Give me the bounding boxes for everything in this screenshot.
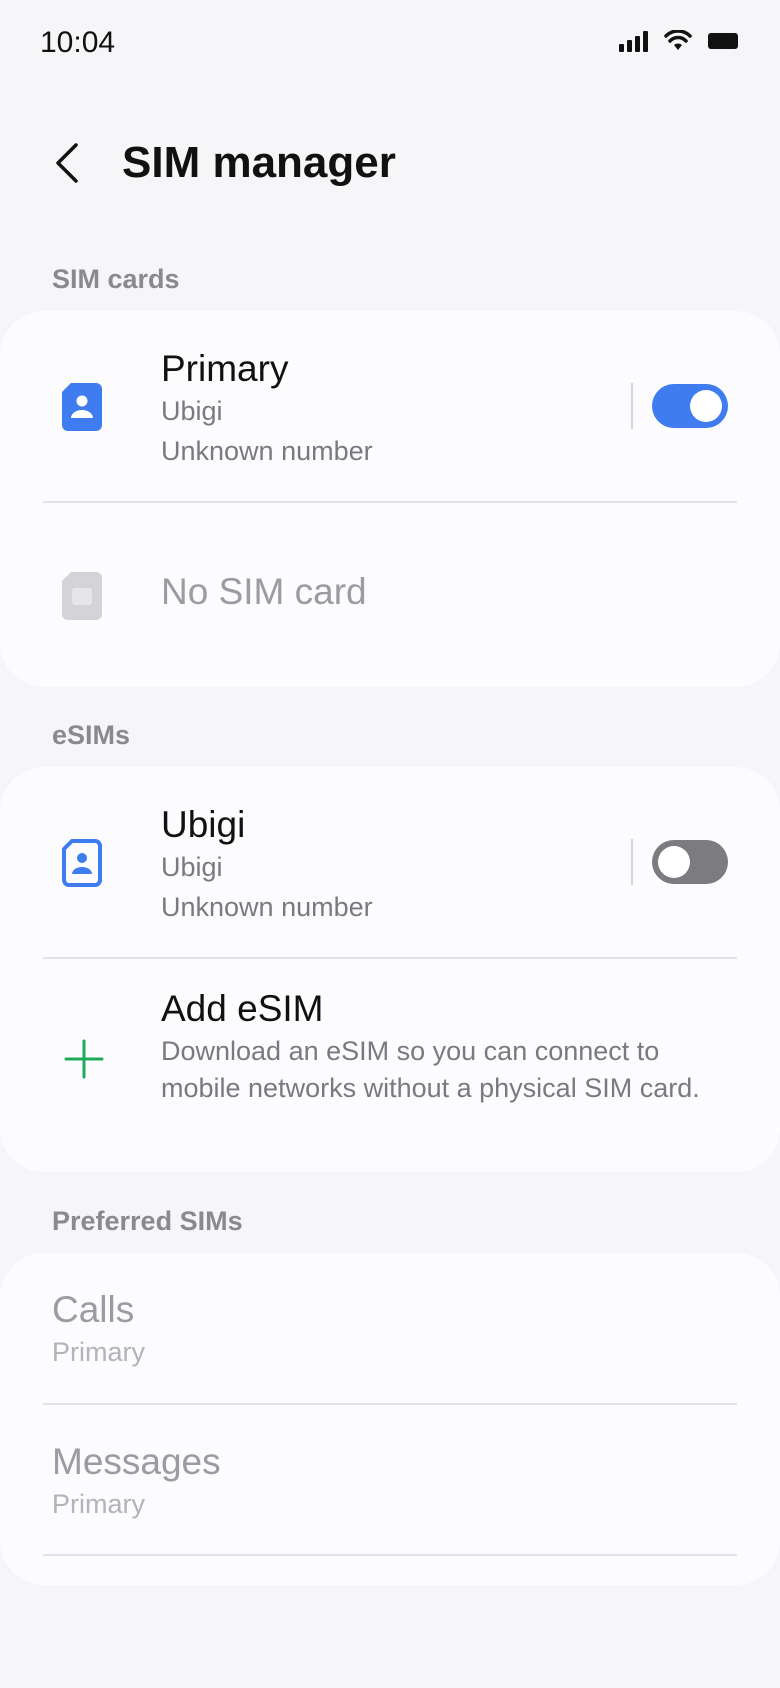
divider-vertical bbox=[631, 383, 633, 429]
preferred-sims-card: Calls Primary Messages Primary bbox=[0, 1253, 780, 1585]
page-title: SIM manager bbox=[122, 138, 396, 187]
section-label-esims: eSIMs bbox=[52, 720, 131, 750]
esim-ubigi-number: Unknown number bbox=[161, 892, 373, 922]
esim-ubigi-text: Ubigi Ubigi Unknown number bbox=[161, 803, 373, 927]
toggle-knob bbox=[658, 846, 690, 878]
preferred-calls-value: Primary bbox=[52, 1337, 145, 1367]
toggle-knob bbox=[690, 390, 722, 422]
sim-primary-carrier: Ubigi bbox=[161, 396, 223, 426]
battery-icon bbox=[708, 33, 738, 49]
esim-row-ubigi[interactable]: Ubigi Ubigi Unknown number bbox=[0, 767, 780, 957]
esim-ubigi-title: Ubigi bbox=[161, 804, 246, 845]
status-time: 10:04 bbox=[40, 26, 116, 59]
add-esim-description: Download an eSIM so you can connect to m… bbox=[161, 1036, 700, 1103]
section-label-sim-cards: SIM cards bbox=[52, 264, 180, 294]
sim-cards-card: Primary Ubigi Unknown number No SIM card bbox=[0, 311, 780, 687]
preferred-calls-row: Calls Primary bbox=[0, 1253, 780, 1403]
esims-card: Ubigi Ubigi Unknown number Add eSIM Down… bbox=[0, 767, 780, 1172]
esim-ubigi-toggle[interactable] bbox=[652, 840, 728, 884]
divider-vertical bbox=[631, 839, 633, 885]
plus-icon bbox=[62, 1037, 110, 1087]
esim-icon bbox=[58, 837, 106, 887]
esim-ubigi-carrier: Ubigi bbox=[161, 852, 223, 882]
section-label-preferred-sims: Preferred SIMs bbox=[52, 1206, 243, 1236]
signal-icon bbox=[619, 30, 648, 52]
preferred-calls-title: Calls bbox=[52, 1289, 135, 1330]
sim-primary-toggle[interactable] bbox=[652, 384, 728, 428]
wifi-icon bbox=[664, 30, 692, 50]
sim-primary-title: Primary bbox=[161, 348, 289, 389]
preferred-calls-text: Calls Primary bbox=[52, 1287, 145, 1371]
chevron-left-icon bbox=[56, 143, 78, 183]
sim-row-primary[interactable]: Primary Ubigi Unknown number bbox=[0, 311, 780, 501]
add-esim-row[interactable]: Add eSIM Download an eSIM so you can con… bbox=[0, 959, 780, 1172]
sim-primary-number: Unknown number bbox=[161, 436, 373, 466]
sim-empty-title: No SIM card bbox=[161, 571, 367, 612]
app-header: SIM manager bbox=[0, 120, 780, 210]
add-esim-text: Add eSIM Download an eSIM so you can con… bbox=[161, 987, 721, 1107]
sim-card-icon bbox=[58, 381, 106, 431]
preferred-messages-row: Messages Primary bbox=[0, 1405, 780, 1555]
status-bar: 10:04 bbox=[0, 0, 780, 86]
row-divider bbox=[43, 1554, 737, 1556]
add-esim-title: Add eSIM bbox=[161, 988, 324, 1029]
preferred-messages-text: Messages Primary bbox=[52, 1439, 221, 1523]
status-icons bbox=[619, 30, 738, 52]
back-button[interactable] bbox=[40, 136, 94, 190]
sim-card-empty-icon bbox=[58, 570, 106, 620]
sim-empty-text: No SIM card bbox=[161, 571, 367, 613]
sim-row-empty: No SIM card bbox=[0, 503, 780, 687]
sim-primary-text: Primary Ubigi Unknown number bbox=[161, 347, 373, 471]
preferred-messages-value: Primary bbox=[52, 1489, 145, 1519]
preferred-messages-title: Messages bbox=[52, 1441, 221, 1482]
